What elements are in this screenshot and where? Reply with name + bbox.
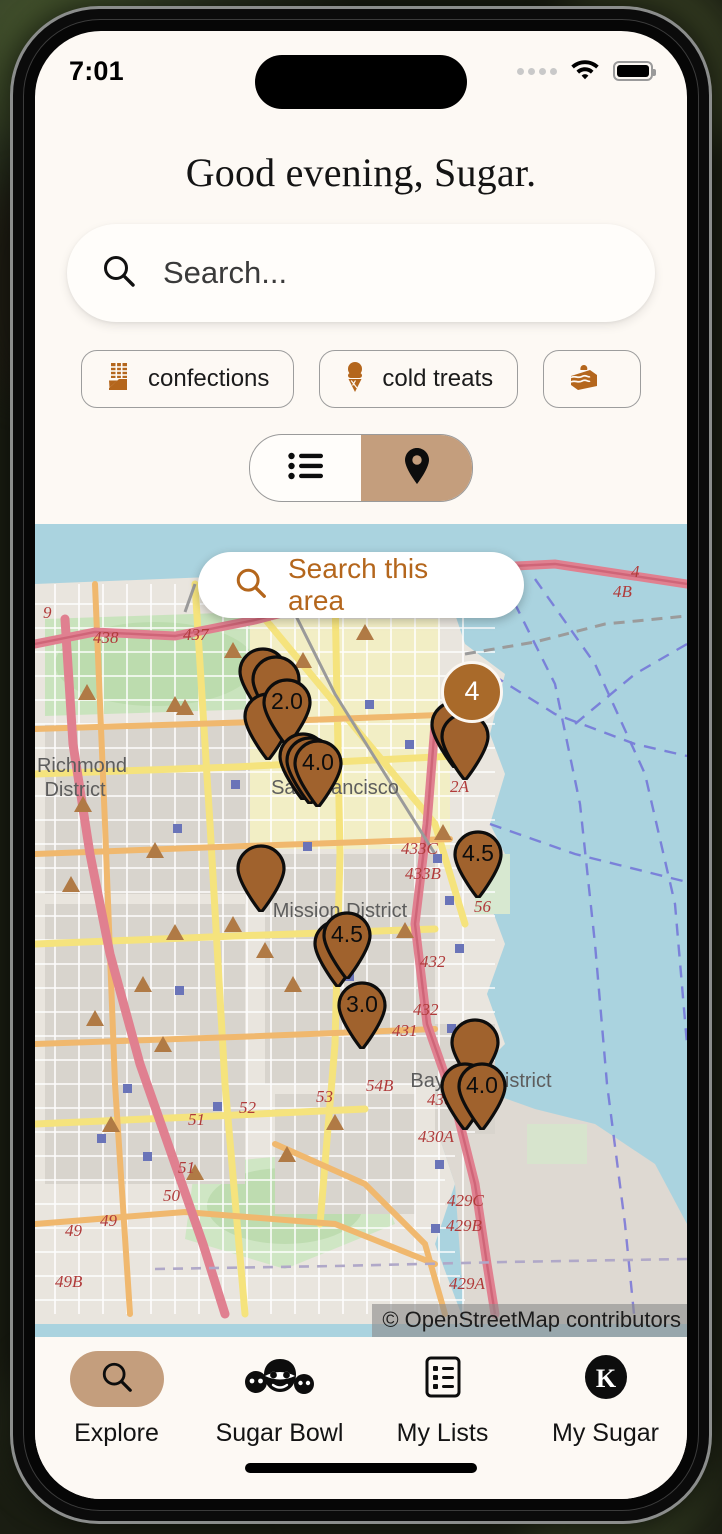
tab-sugar-bowl[interactable]: Sugar Bowl (198, 1351, 361, 1448)
map-route-shield: 433B (405, 864, 442, 883)
map-route-shield: 51 (178, 1158, 195, 1177)
tab-label: Explore (74, 1419, 159, 1447)
map-attribution: © OpenStreetMap contributors (372, 1304, 687, 1337)
map-route-shield: 429B (446, 1216, 483, 1235)
chip-confections[interactable]: confections (81, 350, 295, 408)
map-route-shield: 432 (413, 1000, 439, 1019)
map-route-shield: 50 (163, 1186, 181, 1205)
pin-rating: 4.5 (331, 921, 363, 948)
list-icon (287, 451, 324, 486)
cake-slice-icon (568, 362, 600, 397)
pin-rating: 3.0 (346, 991, 378, 1018)
bottom-tab-bar[interactable]: Explore Sugar Bowl My Lists K My Sugar (35, 1337, 687, 1499)
signal-dots-icon (517, 67, 557, 75)
pin-rating: 4.0 (466, 1071, 498, 1098)
map-route-shield: 49 (100, 1211, 118, 1230)
chip-cake[interactable] (543, 350, 642, 408)
map-pin[interactable]: 4.5 (451, 830, 505, 898)
ice-cream-cone-icon (344, 361, 366, 398)
tab-label: My Sugar (552, 1419, 659, 1447)
map-route-shield: 438 (93, 628, 119, 647)
map-route-shield: 51 (188, 1110, 205, 1129)
search-icon (234, 566, 268, 605)
list-clipboard-icon (425, 1356, 461, 1403)
status-indicators (517, 57, 656, 85)
map-route-shield: 430A (418, 1127, 455, 1146)
map-pin[interactable]: 3.0 (335, 981, 389, 1050)
chocolate-bar-icon (106, 362, 132, 397)
map-place-label: District (44, 779, 106, 801)
pin-rating: 4.0 (302, 748, 334, 775)
tab-icon-wrap (69, 1351, 164, 1407)
map-pin[interactable]: 4.0 (455, 1062, 509, 1130)
pin-shape (440, 712, 490, 781)
map-cluster-badge[interactable]: 4 (440, 660, 503, 723)
toggle-map-view[interactable] (361, 435, 472, 501)
search-input[interactable]: Search... (67, 224, 655, 322)
search-icon (101, 253, 137, 294)
search-placeholder: Search... (163, 255, 288, 290)
toggle-list-view[interactable] (250, 435, 361, 501)
wifi-icon (570, 57, 600, 85)
category-chip-row[interactable]: confections cold treats (35, 322, 687, 408)
map-route-shield: 52 (239, 1098, 257, 1117)
map-pin[interactable]: 4.0 (291, 738, 345, 807)
phone-screen: 7:01 Good evening, Sugar. Search... conf… (35, 31, 687, 1499)
map-route-shield: 431 (392, 1021, 418, 1040)
phone-frame: 7:01 Good evening, Sugar. Search... conf… (13, 9, 709, 1521)
map-route-shield: 433C (401, 839, 439, 858)
map-route-shield: 432 (420, 952, 446, 971)
battery-icon (613, 61, 656, 81)
tab-my-sugar[interactable]: K My Sugar (524, 1351, 687, 1448)
map-pin[interactable] (234, 844, 288, 913)
tab-icon-wrap: K (559, 1351, 653, 1407)
map-route-shield: 9 (43, 603, 52, 622)
home-indicator (245, 1463, 477, 1473)
tab-label: Sugar Bowl (215, 1419, 344, 1447)
status-bar: 7:01 (35, 31, 687, 111)
profile-k-avatar-icon: K (583, 1354, 629, 1405)
map-route-shield: 56 (474, 897, 492, 916)
pin-rating: 2.0 (271, 687, 303, 714)
map-route-shield: 49B (55, 1272, 83, 1291)
pin-shape (236, 844, 286, 913)
map-route-shield: 54B (366, 1076, 394, 1095)
tab-label: My Lists (396, 1419, 489, 1447)
map-pin[interactable] (438, 712, 492, 781)
map-route-shield: 53 (316, 1087, 333, 1106)
map-view[interactable]: San FranciscoMission DistrictBayview Dis… (35, 524, 687, 1337)
search-icon (100, 1360, 134, 1399)
svg-text:K: K (595, 1364, 616, 1393)
map-route-shield: 429C (447, 1191, 485, 1210)
chip-label: confections (148, 365, 270, 392)
search-area-label: Search this area (288, 553, 429, 616)
page-title: Good evening, Sugar. (185, 150, 537, 195)
view-toggle[interactable] (249, 434, 473, 502)
map-route-shield: 429A (449, 1274, 486, 1293)
pin-rating: 4.5 (462, 839, 494, 866)
dynamic-island (255, 55, 467, 109)
people-group-icon (243, 1356, 317, 1403)
map-route-shield: 4 (631, 562, 640, 581)
status-clock: 7:01 (69, 55, 124, 86)
search-this-area-button[interactable]: Search this area (198, 552, 524, 618)
tab-my-lists[interactable]: My Lists (361, 1351, 524, 1448)
map-pin-icon (402, 447, 432, 490)
chip-label: cold treats (382, 365, 494, 392)
tab-icon-wrap (396, 1351, 490, 1407)
tab-explore[interactable]: Explore (35, 1351, 198, 1448)
map-route-shield: 4B (613, 582, 633, 601)
tab-icon-wrap (233, 1351, 327, 1407)
chip-cold-treats[interactable]: cold treats (319, 350, 519, 408)
map-place-label: Richmond (37, 755, 127, 777)
map-route-shield: 49 (65, 1221, 83, 1240)
map-route-shield: 437 (183, 625, 210, 644)
view-toggle-wrap (35, 408, 687, 502)
map-pin[interactable]: 4.5 (320, 911, 374, 980)
screenshot-stage: 7:01 Good evening, Sugar. Search... conf… (0, 0, 722, 1534)
